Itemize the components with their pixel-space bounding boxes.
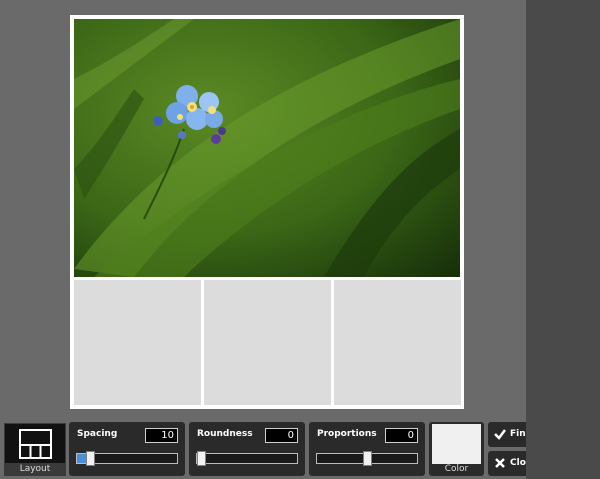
checkmark-icon	[494, 429, 506, 440]
proportions-value-field[interactable]: 0	[385, 428, 418, 443]
spacing-slider-thumb[interactable]	[86, 451, 95, 466]
spacing-slider[interactable]	[76, 451, 178, 466]
spacing-control: Spacing 10	[69, 422, 185, 476]
color-button[interactable]: Color	[429, 422, 484, 476]
layout-button[interactable]: Layout	[4, 423, 66, 476]
finish-label: Fini	[510, 429, 526, 439]
proportions-slider[interactable]	[316, 451, 418, 466]
photo-cell-empty-2[interactable]	[204, 280, 331, 405]
roundness-label: Roundness	[197, 429, 253, 439]
photo-cell-main[interactable]	[74, 19, 460, 277]
close-label: Close	[510, 458, 526, 468]
side-panel	[526, 0, 600, 479]
spacing-label: Spacing	[77, 429, 118, 439]
spacing-value-field[interactable]: 10	[145, 428, 178, 443]
proportions-label: Proportions	[317, 429, 377, 439]
forget-me-not-photo	[74, 19, 460, 277]
grid-layout-icon	[19, 429, 52, 459]
photo-cell-empty-3[interactable]	[334, 280, 461, 405]
photo-cell-empty-1[interactable]	[74, 280, 201, 405]
proportions-control: Proportions 0	[309, 422, 425, 476]
roundness-value-field[interactable]: 0	[265, 428, 298, 443]
editor-workspace	[0, 0, 526, 479]
color-label: Color	[444, 464, 469, 474]
roundness-slider[interactable]	[196, 451, 298, 466]
collage-canvas[interactable]	[70, 15, 464, 409]
layout-label: Layout	[5, 463, 65, 475]
color-swatch	[432, 424, 481, 464]
roundness-slider-thumb[interactable]	[197, 451, 206, 466]
close-icon	[495, 458, 505, 468]
proportions-slider-thumb[interactable]	[363, 451, 372, 466]
roundness-control: Roundness 0	[189, 422, 305, 476]
finish-button[interactable]: Fini	[488, 422, 526, 447]
close-button[interactable]: Close	[488, 451, 526, 476]
